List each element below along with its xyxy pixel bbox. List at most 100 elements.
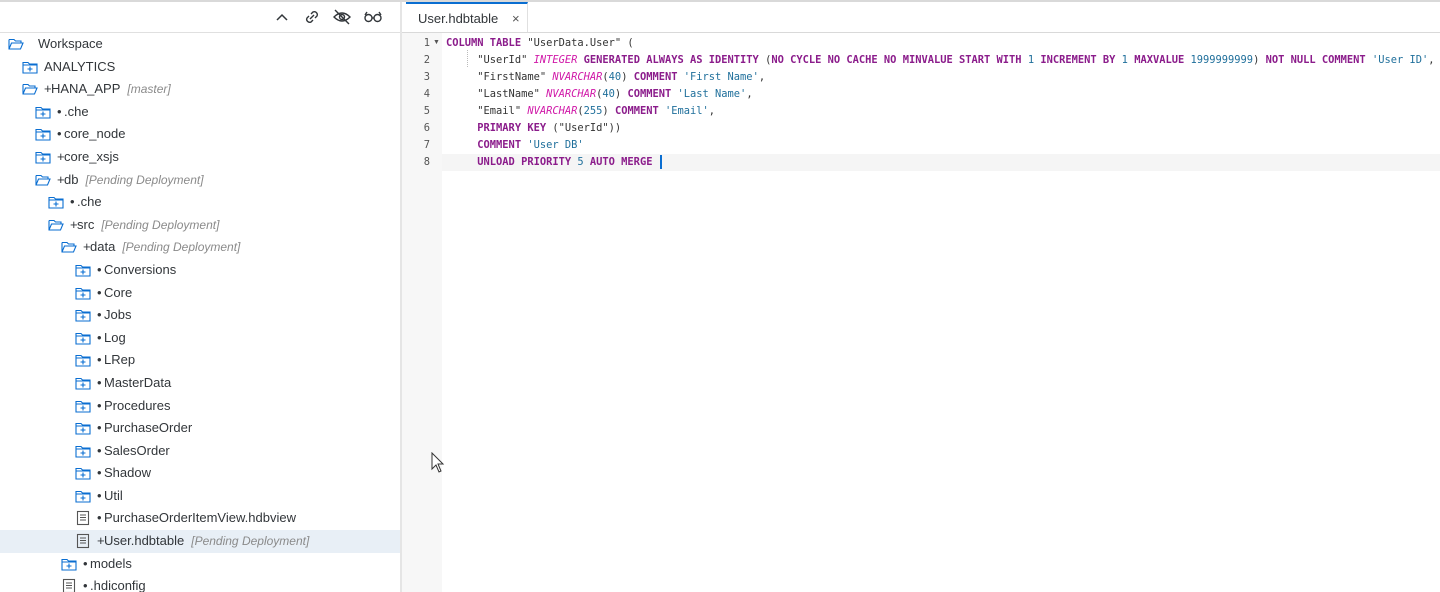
code-token: COMMENT	[477, 139, 528, 151]
tree-item[interactable]: +db [Pending Deployment]	[0, 169, 400, 192]
tree-item[interactable]: • Jobs	[0, 304, 400, 327]
folder-expand-icon	[75, 352, 91, 368]
tree-item-status: [Pending Deployment]	[191, 534, 310, 549]
code-token: 40	[608, 71, 622, 83]
tree-item-name: data	[90, 239, 116, 255]
tree-item[interactable]: • .hdiconfig	[0, 575, 400, 592]
code-token: NOT NULL COMMENT	[1265, 54, 1372, 66]
tree-item-label: • core_node	[57, 123, 125, 146]
folder-expand-icon	[35, 126, 51, 142]
tree-item[interactable]: • PurchaseOrderItemView.hdbview	[0, 507, 400, 530]
tree-item[interactable]: +data [Pending Deployment]	[0, 236, 400, 259]
tree-item[interactable]: +src [Pending Deployment]	[0, 214, 400, 237]
code-token: ,	[758, 71, 766, 83]
tree-item[interactable]: • models	[0, 553, 400, 576]
folder-expand-icon	[75, 398, 91, 414]
tree-item-name: Procedures	[104, 397, 171, 413]
code-token: NVARCHAR	[552, 71, 603, 83]
code-token: "LastName"	[446, 88, 547, 100]
tree-item-label: ANALYTICS	[44, 56, 115, 79]
code-token: COLUMN TABLE	[446, 37, 528, 49]
code-line: COMMENT 'User DB'	[442, 137, 1440, 154]
tree-item-name: ANALYTICS	[44, 58, 116, 74]
tree-item-label: • Core	[97, 282, 132, 305]
tree-item[interactable]: • Core	[0, 282, 400, 305]
code-token: NO CYCLE NO CACHE NO MINVALUE START WITH	[771, 54, 1028, 66]
code-token: UNLOAD PRIORITY	[477, 156, 578, 168]
code-token: AUTO MERGE	[583, 156, 659, 168]
tree-item-label: +User.hdbtable [Pending Deployment]	[97, 530, 309, 553]
file-icon	[75, 533, 91, 549]
folder-expand-icon	[75, 443, 91, 459]
tree-item-name: Core	[104, 284, 133, 300]
tree-item[interactable]: • SalesOrder	[0, 440, 400, 463]
code-token: 'Last Name'	[677, 88, 747, 100]
line-number: 5	[423, 105, 430, 117]
close-icon[interactable]: ×	[512, 11, 520, 26]
tree-item[interactable]: +User.hdbtable [Pending Deployment]	[0, 530, 400, 553]
git-status-mark: +	[57, 171, 65, 187]
tree-item[interactable]: +core_xsjs	[0, 146, 400, 169]
tree-item-label: Workspace	[38, 33, 103, 56]
folder-expand-icon	[22, 59, 38, 75]
code-line: "LastName" NVARCHAR(40) COMMENT 'Last Na…	[442, 86, 1440, 103]
tree-item[interactable]: ANALYTICS	[0, 56, 400, 79]
line-number: 3	[423, 71, 430, 83]
folder-open-icon	[61, 239, 77, 255]
tree-item-name: Workspace	[38, 36, 103, 51]
tree-item[interactable]: +HANA_APP [master]	[0, 78, 400, 101]
tree-item[interactable]: • LRep	[0, 349, 400, 372]
tree-item[interactable]: • PurchaseOrder	[0, 417, 400, 440]
tree-item[interactable]: • core_node	[0, 123, 400, 146]
tree-item[interactable]: • Procedures	[0, 395, 400, 418]
tree-item[interactable]: • MasterData	[0, 372, 400, 395]
code-token: MAXVALUE	[1127, 54, 1191, 66]
glasses-icon[interactable]	[362, 7, 384, 27]
git-status-mark: +	[97, 533, 105, 549]
folder-expand-icon	[35, 149, 51, 165]
tree-item-label: +src [Pending Deployment]	[70, 214, 219, 237]
hide-hidden-files-icon[interactable]	[331, 7, 353, 27]
collapse-all-icon[interactable]	[271, 7, 293, 27]
tree-item[interactable]: • Conversions	[0, 259, 400, 282]
tree-item[interactable]: • Log	[0, 327, 400, 350]
git-status-mark: •	[97, 420, 102, 436]
code-area[interactable]: COLUMN TABLE "UserData.User" ( "UserId" …	[442, 33, 1440, 592]
git-status-mark: •	[97, 487, 102, 503]
tree-item-label: • Shadow	[97, 462, 151, 485]
tree-item[interactable]: • .che	[0, 101, 400, 124]
code-line-text: "UserId" INTEGER GENERATED ALWAYS AS IDE…	[446, 52, 1435, 69]
tree-item-label: +data [Pending Deployment]	[83, 236, 240, 259]
code-line: PRIMARY KEY ("UserId"))	[442, 120, 1440, 137]
tree-item[interactable]: • .che	[0, 191, 400, 214]
tree-item[interactable]: • Util	[0, 485, 400, 508]
code-token: INTEGER	[533, 54, 578, 66]
tree-item-status: [Pending Deployment]	[85, 172, 204, 187]
tree-item-label: • Procedures	[97, 395, 170, 418]
code-token: NVARCHAR	[527, 105, 578, 117]
folder-open-icon	[8, 36, 24, 52]
git-status-mark: •	[97, 374, 102, 390]
code-token: ,	[1428, 54, 1435, 66]
code-token: PRIMARY KEY	[477, 122, 553, 134]
tree-item-label: • Conversions	[97, 259, 176, 282]
link-with-editor-icon[interactable]	[301, 7, 323, 27]
code-token: 1999999999	[1190, 54, 1254, 66]
folder-expand-icon	[35, 104, 51, 120]
code-token: "Email"	[446, 105, 528, 117]
code-token: COMMENT	[614, 105, 665, 117]
git-status-mark: •	[97, 465, 102, 481]
tree-item-label: • SalesOrder	[97, 440, 170, 463]
tree-item[interactable]: Workspace	[0, 33, 400, 56]
tree-item-label: • .che	[57, 101, 89, 124]
file-icon	[75, 510, 91, 526]
mouse-pointer-icon	[431, 452, 445, 473]
text-cursor	[659, 155, 662, 169]
fold-toggle-icon[interactable]: ▼	[433, 39, 440, 46]
line-number: 4	[423, 88, 430, 100]
git-status-mark: •	[97, 352, 102, 368]
tree-item[interactable]: • Shadow	[0, 462, 400, 485]
tab-user-hdbtable[interactable]: User.hdbtable ×	[406, 2, 528, 32]
git-status-mark: •	[57, 126, 62, 142]
